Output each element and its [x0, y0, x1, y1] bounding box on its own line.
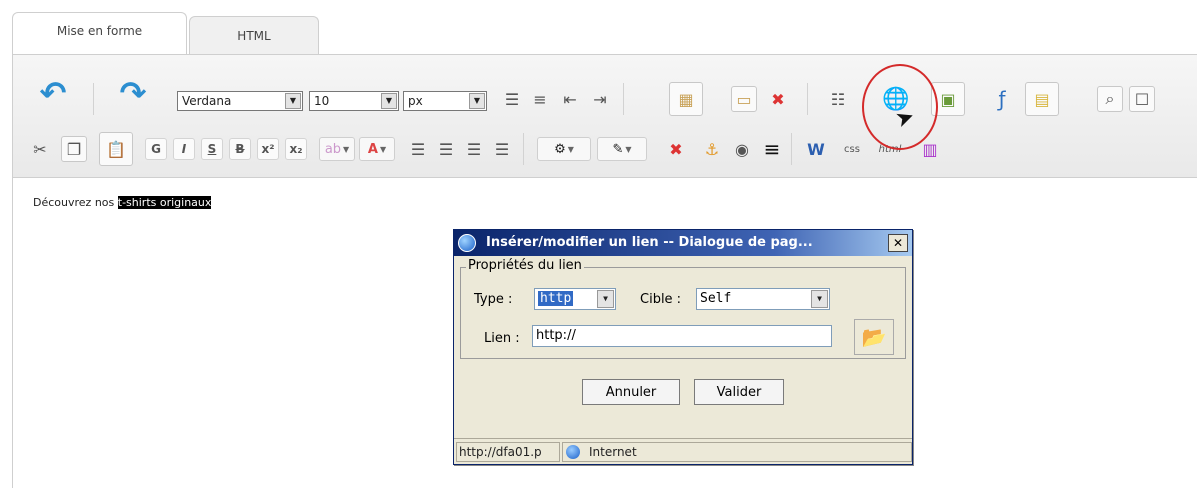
table-properties-icon[interactable]: ▭ [731, 86, 757, 112]
link-dialog: Insérer/modifier un lien -- Dialogue de … [453, 229, 913, 465]
type-label: Type : [474, 292, 513, 307]
edit-form-dropdown[interactable]: ✎ ▼ [597, 137, 647, 161]
link-label: Lien : [484, 331, 520, 346]
chevron-down-icon: ▼ [381, 93, 397, 109]
target-value: Self [700, 291, 732, 306]
toolbar-row-1: ↶ ↷ Verdana ▼ 10 ▼ px ▼ ☰ ≡ ⇤ ⇥ ▦ ▭ ✖ ☷ … [13, 74, 1197, 119]
font-unit-select[interactable]: px ▼ [403, 91, 487, 111]
type-select[interactable]: http ▼ [534, 288, 616, 310]
dialog-title: Insérer/modifier un lien -- Dialogue de … [486, 235, 813, 250]
anchor-icon[interactable]: ⚓ [699, 136, 725, 162]
chevron-down-icon: ▼ [469, 93, 485, 109]
font-color-dropdown[interactable]: A ▼ [359, 137, 395, 161]
editor-toolbar: ↶ ↷ Verdana ▼ 10 ▼ px ▼ ☰ ≡ ⇤ ⇥ ▦ ▭ ✖ ☷ … [12, 54, 1197, 178]
editor-tabs: Mise en forme HTML [12, 12, 319, 54]
insert-table-icon[interactable]: ▦ [669, 82, 703, 116]
anchor-link-icon[interactable]: ☷ [821, 82, 855, 116]
insert-template-icon[interactable]: ▤ [1025, 82, 1059, 116]
submit-button[interactable]: Valider [694, 379, 784, 405]
ie-icon [458, 234, 476, 252]
toolbar-row-2: ✂ ❐ 📋 G I S B x² x₂ ab ▼ A ▼ ☰ ☰ ☰ ☰ ⚙ ▼ ✎ ▼… [13, 129, 1197, 169]
font-size-select[interactable]: 10 ▼ [309, 91, 399, 111]
horizontal-rule-icon[interactable]: ≡ [759, 136, 785, 162]
status-url: http://dfa01.p [456, 442, 560, 462]
align-justify-icon[interactable]: ☰ [489, 136, 515, 162]
copy-icon[interactable]: ❐ [61, 136, 87, 162]
font-family-value: Verdana [182, 94, 232, 108]
cut-icon[interactable]: ✂ [27, 136, 53, 162]
align-center-icon[interactable]: ☰ [433, 136, 459, 162]
subscript-button[interactable]: x₂ [285, 138, 307, 160]
css-icon[interactable]: css [839, 136, 865, 162]
special-char-icon[interactable]: ◉ [729, 136, 755, 162]
separator [791, 133, 792, 165]
editor-text-before: Découvrez nos [33, 196, 118, 209]
fieldset-legend: Propriétés du lien [466, 258, 584, 273]
outdent-icon[interactable]: ⇤ [557, 86, 583, 112]
ordered-list-icon[interactable]: ≡ [527, 86, 553, 112]
font-size-value: 10 [314, 94, 330, 108]
bold-button[interactable]: G [145, 138, 167, 160]
superscript-button[interactable]: x² [257, 138, 279, 160]
link-value: http:// [536, 328, 576, 343]
redo-icon[interactable]: ↷ [113, 73, 153, 113]
separator [623, 83, 624, 115]
strikethrough-button[interactable]: B [229, 138, 251, 160]
folder-icon: 📂 [861, 325, 887, 349]
separator [523, 133, 524, 165]
paste-icon[interactable]: 📋 [99, 132, 133, 166]
font-family-select[interactable]: Verdana ▼ [177, 91, 303, 111]
cancel-button[interactable]: Annuler [582, 379, 680, 405]
font-unit-value: px [408, 94, 423, 108]
status-bar: http://dfa01.p Internet [454, 438, 912, 464]
target-label: Cible : [640, 292, 682, 307]
tab-html[interactable]: HTML [189, 16, 319, 54]
browse-folder-button[interactable]: 📂 [854, 319, 894, 355]
delete-table-icon[interactable]: ✖ [765, 86, 791, 112]
dialog-titlebar: Insérer/modifier un lien -- Dialogue de … [454, 230, 912, 256]
undo-icon[interactable]: ↶ [33, 73, 73, 113]
type-value: http [538, 291, 574, 306]
insert-flash-icon[interactable]: ƒ [989, 86, 1015, 112]
target-select[interactable]: Self ▼ [696, 288, 830, 310]
separator [807, 83, 808, 115]
align-right-icon[interactable]: ☰ [461, 136, 487, 162]
separator [93, 83, 94, 115]
unordered-list-icon[interactable]: ☰ [499, 86, 525, 112]
editor-text: Découvrez nos t-shirts originaux [33, 196, 212, 209]
chevron-down-icon: ▼ [285, 93, 301, 109]
fullscreen-icon[interactable]: ☐ [1129, 86, 1155, 112]
close-icon[interactable]: ✕ [888, 234, 908, 252]
status-zone: Internet [562, 442, 912, 462]
underline-button[interactable]: S [201, 138, 223, 160]
align-left-icon[interactable]: ☰ [405, 136, 431, 162]
indent-icon[interactable]: ⇥ [587, 86, 613, 112]
selected-text: t-shirts originaux [117, 196, 212, 209]
chevron-down-icon: ▼ [811, 290, 828, 308]
highlight-color-dropdown[interactable]: ab ▼ [319, 137, 355, 161]
italic-button[interactable]: I [173, 138, 195, 160]
word-paste-icon[interactable]: W [803, 136, 829, 162]
chevron-down-icon: ▼ [597, 290, 614, 308]
preview-icon[interactable]: ⌕ [1097, 86, 1123, 112]
link-input[interactable]: http:// [532, 325, 832, 347]
tab-mise-en-forme[interactable]: Mise en forme [12, 12, 187, 54]
remove-format-icon[interactable]: ✖ [663, 136, 689, 162]
insert-form-dropdown[interactable]: ⚙ ▼ [537, 137, 591, 161]
